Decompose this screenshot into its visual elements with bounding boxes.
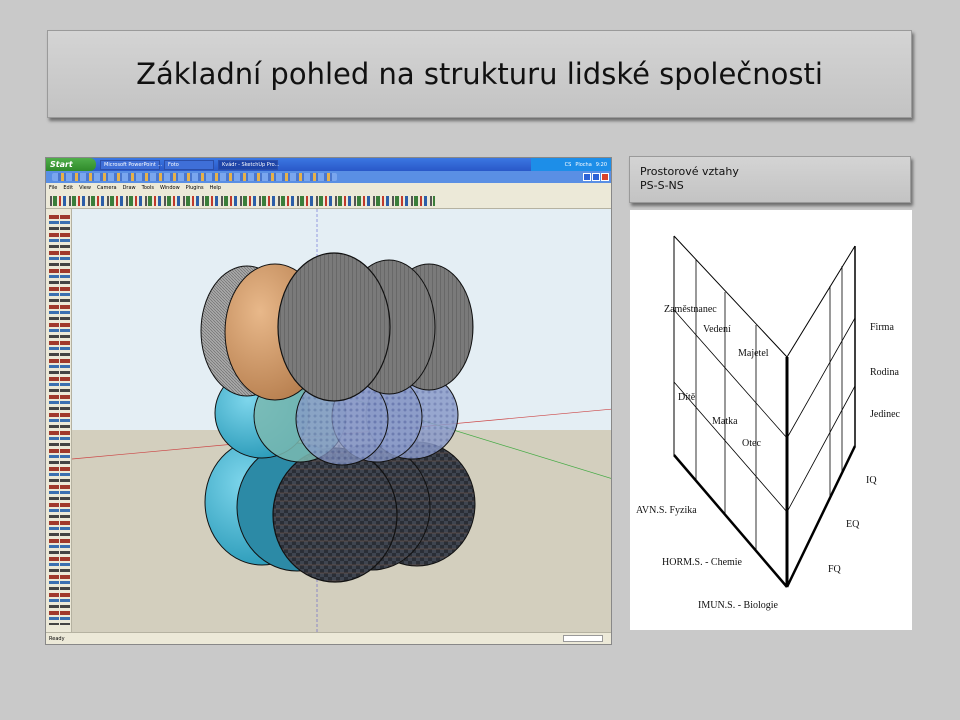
label-rodina: Rodina: [870, 367, 899, 378]
maximize-icon[interactable]: [592, 173, 600, 181]
taskbar-item-powerpoint[interactable]: Microsoft PowerPoint ...: [100, 159, 162, 170]
label-avns-fyzika: AVN.S. Fyzika: [636, 505, 697, 516]
close-icon[interactable]: [601, 173, 609, 181]
menu-bar: File Edit View Camera Draw Tools Window …: [46, 183, 611, 193]
top-toolbar-strip: [46, 171, 611, 183]
structure-diagram: Zaměstnanec Vedení Majetel Dítě Matka Ot…: [630, 210, 912, 630]
label-imuns-biologie: IMUN.S. - Biologie: [698, 600, 779, 611]
sphere-bottom-5[interactable]: [272, 447, 398, 583]
slide-title-box: Základní pohled na strukturu lidské spol…: [47, 30, 912, 118]
right-bottom-edge: [785, 445, 857, 588]
spheres-model: [71, 209, 611, 634]
windows-taskbar: Start Microsoft PowerPoint ... Foto Kvád…: [46, 158, 611, 171]
right-grid-d1: [786, 317, 856, 439]
label-matka: Matka: [712, 416, 738, 427]
slide-title: Základní pohled na strukturu lidské spol…: [136, 57, 823, 91]
left-toolbar: [46, 209, 72, 634]
menu-camera[interactable]: Camera: [97, 185, 117, 191]
sphere-top-5[interactable]: [277, 252, 391, 402]
menu-plugins[interactable]: Plugins: [186, 185, 204, 191]
tool-icons[interactable]: [50, 196, 435, 206]
left-tool-icons-a[interactable]: [49, 215, 59, 625]
label-eq: EQ: [846, 519, 860, 530]
label-otec: Otec: [742, 438, 761, 449]
tray-search[interactable]: Plocha: [575, 162, 591, 168]
menu-draw[interactable]: Draw: [123, 185, 136, 191]
menu-edit[interactable]: Edit: [63, 185, 73, 191]
caption-line-2: PS-S-NS: [640, 179, 684, 192]
label-vedeni: Vedení: [703, 324, 731, 335]
taskbar-item-foto[interactable]: Foto: [164, 159, 214, 170]
minimize-icon[interactable]: [583, 173, 591, 181]
system-tray: CS Plocha 9:20: [531, 158, 611, 171]
label-jedinec: Jedinec: [870, 409, 901, 420]
label-horms-chemie: HORM.S. - Chemie: [662, 557, 743, 568]
tray-language: CS: [564, 161, 572, 168]
tools-iconbar: [46, 193, 611, 209]
taskbar-item-sketchup[interactable]: Kvádr - SketchUp Pro...: [218, 159, 279, 170]
right-grid-d2: [786, 385, 856, 513]
status-text: Ready: [49, 635, 65, 642]
caption-line-1: Prostorové vztahy: [640, 165, 739, 178]
right-top-edge: [786, 245, 856, 358]
label-iq: IQ: [866, 475, 877, 486]
left-tool-icons-b[interactable]: [60, 215, 70, 625]
menu-help[interactable]: Help: [210, 185, 221, 191]
left-top-edge: [673, 235, 788, 358]
menu-tools[interactable]: Tools: [142, 185, 154, 191]
label-zamestnanec: Zaměstnanec: [664, 304, 717, 315]
menu-window[interactable]: Window: [160, 185, 180, 191]
window-controls: [583, 173, 609, 181]
measurements-box[interactable]: [563, 635, 603, 642]
status-bar: Ready: [46, 632, 611, 644]
menu-file[interactable]: File: [49, 185, 57, 191]
tray-clock: 9:20: [595, 161, 607, 168]
start-button[interactable]: Start: [46, 158, 96, 171]
label-dite: Dítě: [678, 392, 696, 403]
label-majetel: Majetel: [738, 348, 769, 359]
3d-viewport[interactable]: [71, 209, 611, 634]
menu-view[interactable]: View: [79, 185, 91, 191]
label-firma: Firma: [870, 322, 894, 333]
sketchup-screenshot: Start Microsoft PowerPoint ... Foto Kvád…: [45, 157, 612, 645]
v-diagram-drawing: Zaměstnanec Vedení Majetel Dítě Matka Ot…: [636, 235, 901, 611]
diagram-caption-box: Prostorové vztahy PS-S-NS: [629, 156, 911, 203]
label-fq: FQ: [828, 564, 842, 575]
toolbar-icons[interactable]: [52, 173, 337, 181]
